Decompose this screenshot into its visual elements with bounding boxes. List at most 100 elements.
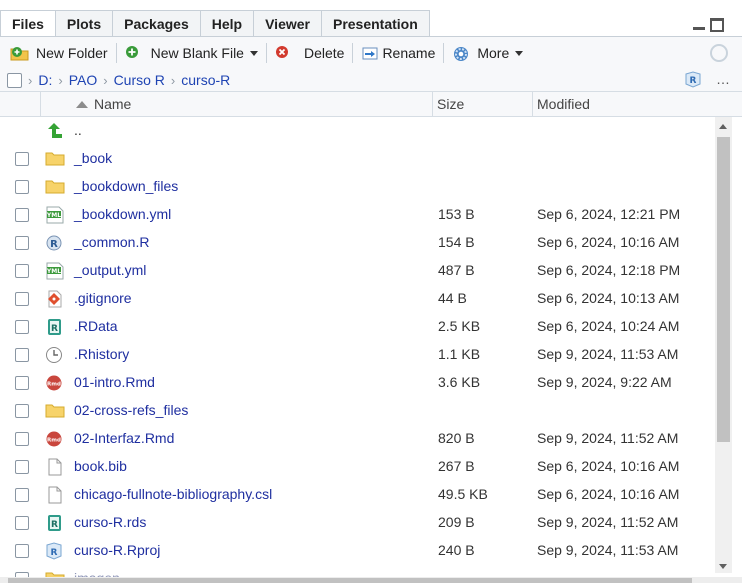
sort-ascending-icon [76,101,88,108]
row-checkbox[interactable] [15,348,29,362]
delete-label: Delete [303,45,345,61]
file-size: 209 B [438,514,475,530]
scrollbar-thumb[interactable] [717,137,730,442]
row-checkbox[interactable] [15,236,29,250]
file-name[interactable]: 02-cross-refs_files [74,402,188,418]
pane-tab-bar: Files Plots Packages Help Viewer Present… [0,0,742,38]
list-item[interactable]: .Rhistory 1.1 KB Sep 9, 2024, 11:53 AM [0,341,715,369]
list-item[interactable]: _book [0,145,715,173]
tab-help[interactable]: Help [199,10,255,37]
file-name[interactable]: book.bib [74,458,127,474]
gear-icon [452,45,469,61]
file-modified: Sep 9, 2024, 11:53 AM [537,542,679,558]
list-item[interactable]: _bookdown_files [0,173,715,201]
file-modified: Sep 9, 2024, 11:52 AM [537,430,679,446]
more-options-icon[interactable]: … [716,71,730,87]
file-size: 3.6 KB [438,374,481,390]
svg-text:Rmd: Rmd [47,382,61,388]
row-checkbox[interactable] [15,264,29,278]
minimize-icon[interactable] [692,18,706,32]
file-name[interactable]: _output.yml [74,262,146,278]
size-column-header[interactable]: Size [437,92,464,116]
delete-button[interactable]: Delete [271,41,348,65]
delete-icon [275,45,291,61]
file-name[interactable]: 01-intro.Rmd [74,374,155,390]
list-item[interactable]: YML _output.yml 487 B Sep 6, 2024, 12:18… [0,257,715,285]
scrollbar-thumb[interactable] [8,578,692,583]
list-item[interactable]: Rmd 01-intro.Rmd 3.6 KB Sep 9, 2024, 9:2… [0,369,715,397]
file-name[interactable]: .. [74,122,82,138]
modified-column-header[interactable]: Modified [537,92,590,116]
row-checkbox[interactable] [15,488,29,502]
row-checkbox[interactable] [15,460,29,474]
new-folder-button[interactable]: New Folder [6,41,112,65]
name-column-header[interactable]: Name [76,92,131,116]
header-divider [532,92,533,116]
vertical-scrollbar[interactable] [715,117,732,573]
rdata-file-icon: R [45,318,65,336]
file-modified: Sep 9, 2024, 11:53 AM [537,346,679,362]
row-checkbox[interactable] [15,152,29,166]
row-checkbox[interactable] [15,208,29,222]
row-checkbox[interactable] [15,544,29,558]
window-buttons [692,18,724,32]
row-checkbox[interactable] [15,320,29,334]
list-item[interactable]: .gitignore 44 B Sep 6, 2024, 10:13 AM [0,285,715,313]
scroll-down-icon[interactable] [719,564,727,569]
history-file-icon [45,346,65,364]
tab-packages[interactable]: Packages [112,10,201,37]
file-size: 1.1 KB [438,346,481,362]
file-name[interactable]: .RData [74,318,118,334]
row-checkbox[interactable] [15,376,29,390]
file-name[interactable]: _bookdown_files [74,178,178,194]
file-name[interactable]: .Rhistory [74,346,129,362]
list-item[interactable]: chicago-fullnote-bibliography.csl 49.5 K… [0,481,715,509]
tab-files[interactable]: Files [0,10,56,38]
new-blank-file-button[interactable]: New Blank File [121,41,262,65]
list-item[interactable]: R curso-R.Rproj 240 B Sep 9, 2024, 11:53… [0,537,715,565]
scroll-up-icon[interactable] [719,124,727,129]
select-all-checkbox[interactable] [7,72,22,88]
git-file-icon [45,290,65,308]
file-name[interactable]: _book [74,150,112,166]
file-name[interactable]: 02-Interfaz.Rmd [74,430,174,446]
project-dir-icon[interactable]: R [684,71,702,88]
rename-button[interactable]: Rename [357,41,439,65]
folder-icon [45,150,65,168]
file-name[interactable]: chicago-fullnote-bibliography.csl [74,486,272,502]
horizontal-scrollbar[interactable] [0,577,742,583]
file-name[interactable]: curso-R.rds [74,514,146,530]
file-modified: Sep 6, 2024, 10:16 AM [537,234,680,250]
tab-viewer[interactable]: Viewer [253,10,322,37]
refresh-icon[interactable] [710,44,728,62]
new-file-icon [125,45,141,61]
list-item[interactable]: R .RData 2.5 KB Sep 6, 2024, 10:24 AM [0,313,715,341]
list-item[interactable]: R _common.R 154 B Sep 6, 2024, 10:16 AM [0,229,715,257]
list-item[interactable]: YML _bookdown.yml 153 B Sep 6, 2024, 12:… [0,201,715,229]
file-size: 44 B [438,290,467,306]
file-name[interactable]: _bookdown.yml [74,206,171,222]
list-item[interactable]: R curso-R.rds 209 B Sep 9, 2024, 11:52 A… [0,509,715,537]
breadcrumb-curso-r[interactable]: Curso R [114,72,165,88]
row-checkbox[interactable] [15,180,29,194]
list-item[interactable]: Rmd 02-Interfaz.Rmd 820 B Sep 9, 2024, 1… [0,425,715,453]
maximize-icon[interactable] [710,18,724,32]
breadcrumb-drive[interactable]: D: [38,72,52,88]
file-size: 49.5 KB [438,486,488,502]
file-name[interactable]: .gitignore [74,290,132,306]
row-checkbox[interactable] [15,516,29,530]
breadcrumb-pao[interactable]: PAO [69,72,98,88]
list-item[interactable]: .. [0,117,715,145]
tab-presentation[interactable]: Presentation [320,10,430,37]
file-name[interactable]: curso-R.Rproj [74,542,160,558]
breadcrumb-current[interactable]: curso-R [181,72,230,88]
row-checkbox[interactable] [15,432,29,446]
row-checkbox[interactable] [15,404,29,418]
file-name[interactable]: _common.R [74,234,149,250]
rmd-file-icon: Rmd [45,430,65,448]
list-item[interactable]: book.bib 267 B Sep 6, 2024, 10:16 AM [0,453,715,481]
row-checkbox[interactable] [15,292,29,306]
list-item[interactable]: 02-cross-refs_files [0,397,715,425]
tab-plots[interactable]: Plots [54,10,114,37]
more-button[interactable]: More [448,41,527,65]
